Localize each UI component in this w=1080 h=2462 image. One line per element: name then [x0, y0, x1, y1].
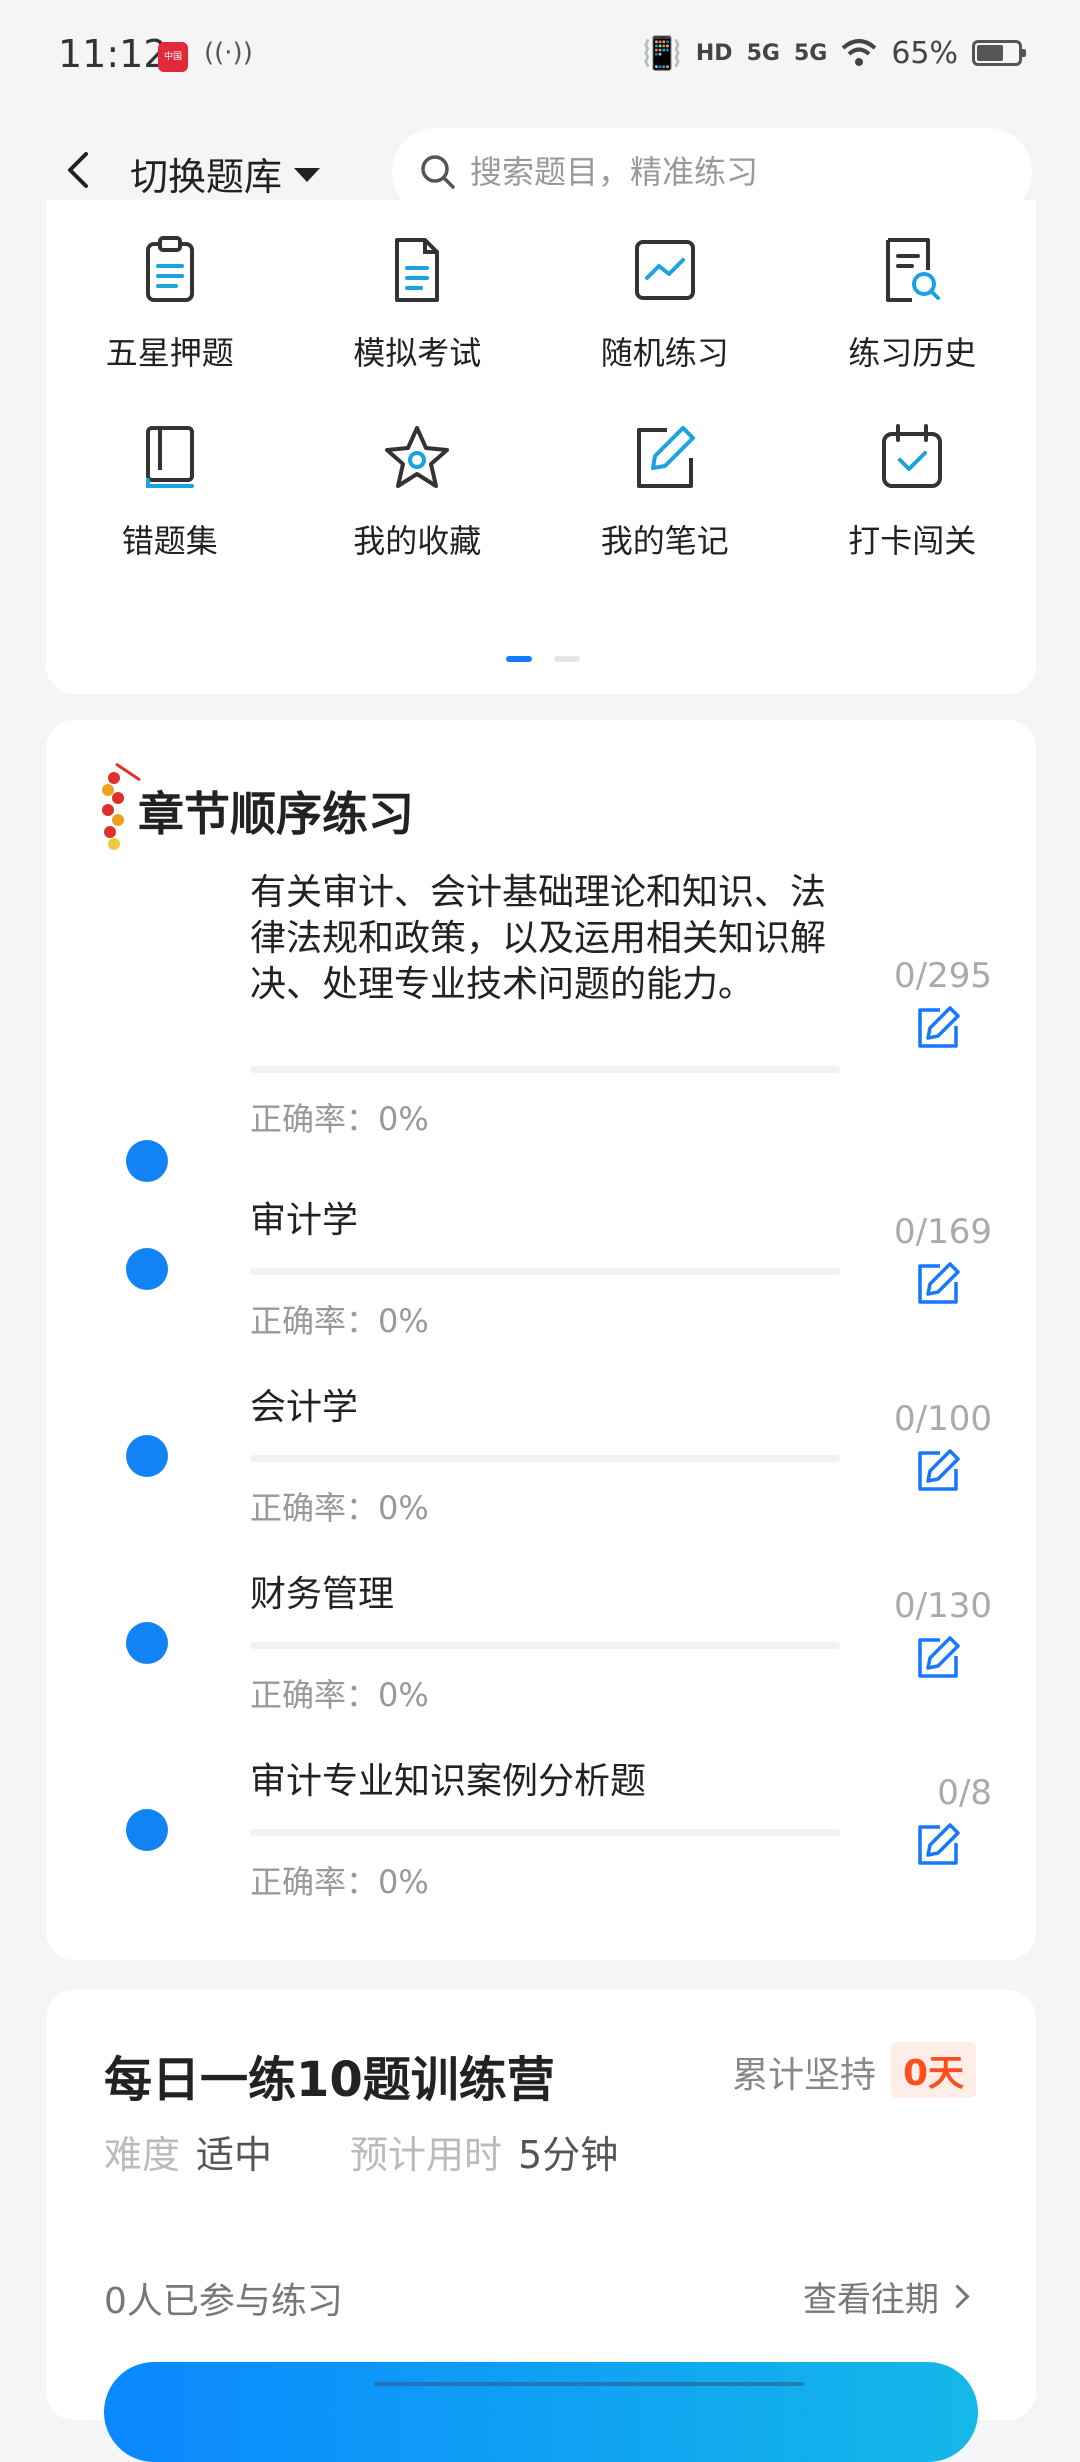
chapter-count: 0/8 [937, 1773, 992, 1813]
vibrate-icon: 📳 [642, 34, 682, 72]
caret-down-icon [294, 167, 321, 182]
document-icon [395, 238, 440, 302]
daily-title: 每日一练10题训练营 [104, 2052, 555, 2108]
hd-icon: HD [695, 40, 733, 66]
chapter-count: 0/100 [894, 1399, 992, 1439]
battery-percent: 65% [891, 35, 958, 71]
chapter-progress-bar [250, 1455, 840, 1462]
calendar-check-icon [882, 424, 943, 488]
pager-dot [554, 656, 580, 662]
chapter-dot [126, 1809, 168, 1851]
status-indicators: 📳 HD 5G 5G 65% [642, 34, 1026, 72]
signal-5g-icon: 5G [746, 40, 780, 66]
chapter-count: 0/169 [894, 1212, 992, 1252]
feature-label: 五星押题 [105, 334, 234, 372]
switch-bank-button[interactable]: 切换题库 [130, 146, 321, 201]
note-edit-icon [636, 426, 695, 488]
feature-check-in[interactable]: 打卡闯关 [789, 418, 1037, 562]
edit-icon[interactable] [914, 1447, 962, 1495]
feature-label: 模拟考试 [353, 334, 482, 372]
chapter-progress-bar [250, 1642, 840, 1649]
daily-practice-card: 每日一练10题训练营 累计坚持 0天 难度 适中 预计用时 5分钟 0人已参与练… [46, 1990, 1036, 2462]
status-time: 11:12 [58, 32, 168, 76]
view-history-link[interactable]: 查看往期 [803, 2272, 970, 2321]
search-icon [421, 155, 455, 189]
chapter-section-title: 章节顺序练习 [138, 787, 414, 841]
status-bar: 11:12 中国 ((·)) 📳 HD 5G 5G 65% [0, 0, 1080, 110]
battery-icon [972, 40, 1026, 66]
feature-pager [506, 656, 580, 662]
chapter-name: 会计学 [250, 1387, 359, 1428]
feature-label: 我的笔记 [600, 522, 729, 560]
history-search-icon [886, 238, 941, 302]
difficulty-key: 难度 [104, 2133, 181, 2177]
feature-wrong-questions[interactable]: 错题集 [46, 418, 294, 562]
nfc-icon: ((·)) [204, 38, 253, 68]
firecracker-icon [102, 762, 141, 850]
streak-label: 累计坚持 [731, 2055, 876, 2096]
chapter-progress-bar [250, 1066, 840, 1073]
chapter-name: 审计专业知识案例分析题 [250, 1761, 647, 1802]
streak-badge: 0天 [890, 2042, 976, 2098]
feature-label: 错题集 [121, 522, 218, 560]
feature-grid: 五星押题 模拟考试 随机练习 练习历史 错题集 我的收藏 我的笔记 打卡闯关 [46, 230, 1036, 562]
chapter-progress-bar [250, 1268, 840, 1275]
chapter-accuracy: 正确率：0% [250, 1100, 429, 1138]
search-input[interactable] [468, 152, 1012, 192]
chapter-accuracy: 正确率：0% [250, 1863, 429, 1901]
chapter-name: 审计学 [250, 1200, 359, 1241]
feature-practice-history[interactable]: 练习历史 [789, 230, 1037, 374]
chapter-name: 财务管理 [250, 1574, 395, 1615]
clipboard-icon [145, 236, 194, 302]
time-value: 5分钟 [518, 2133, 619, 2177]
feature-card: 五星押题 模拟考试 随机练习 练习历史 错题集 我的收藏 我的笔记 打卡闯关 [46, 200, 1036, 694]
time-key: 预计用时 [350, 2133, 503, 2177]
feature-favorites[interactable]: 我的收藏 [294, 418, 542, 562]
star-icon [385, 426, 450, 488]
chapter-dot [126, 1248, 168, 1290]
chapter-progress-bar [250, 1829, 840, 1836]
chapter-dot [126, 1435, 168, 1477]
feature-mock-exam[interactable]: 模拟考试 [294, 230, 542, 374]
edit-icon[interactable] [914, 1260, 962, 1308]
switch-bank-label: 切换题库 [130, 155, 283, 199]
chevron-right-icon [945, 2284, 970, 2309]
view-history-label: 查看往期 [803, 2280, 939, 2320]
difficulty-value: 适中 [196, 2133, 273, 2177]
book-icon [145, 426, 194, 488]
edit-icon[interactable] [914, 1821, 962, 1869]
pager-dot-active [506, 656, 532, 662]
notification-app-icon: 中国 [158, 42, 188, 72]
chapter-count: 0/295 [894, 956, 992, 996]
signal-5g-icon-2: 5G [793, 40, 828, 66]
chapter-accuracy: 正确率：0% [250, 1489, 429, 1527]
feature-random-practice[interactable]: 随机练习 [541, 230, 789, 374]
back-icon[interactable] [48, 140, 108, 200]
participants-count: 0人已参与练习 [104, 2281, 343, 2322]
chapter-dot [126, 1140, 168, 1182]
chapter-dot [126, 1622, 168, 1664]
chapter-name: 有关审计、会计基础理论和知识、法律法规和政策，以及运用相关知识解决、处理专业技术… [250, 872, 827, 1005]
feature-label: 随机练习 [600, 334, 729, 372]
chapter-practice-card: 章节顺序练习 有关审计、会计基础理论和知识、法律法规和政策，以及运用相关知识解决… [46, 720, 1036, 1960]
chapter-count: 0/130 [894, 1586, 992, 1626]
daily-meta: 难度 适中 预计用时 5分钟 [104, 2124, 618, 2179]
wifi-icon [841, 39, 877, 66]
line-chart-icon [634, 240, 695, 300]
feature-label: 打卡闯关 [848, 522, 977, 560]
feature-notes[interactable]: 我的笔记 [541, 418, 789, 562]
feature-label: 练习历史 [848, 334, 977, 372]
chapter-accuracy: 正确率：0% [250, 1676, 429, 1714]
start-practice-button[interactable] [104, 2362, 978, 2462]
chapter-accuracy: 正确率：0% [250, 1302, 429, 1340]
feature-label: 我的收藏 [353, 522, 482, 560]
edit-icon[interactable] [914, 1004, 962, 1052]
feature-five-star[interactable]: 五星押题 [46, 230, 294, 374]
edit-icon[interactable] [914, 1634, 962, 1682]
